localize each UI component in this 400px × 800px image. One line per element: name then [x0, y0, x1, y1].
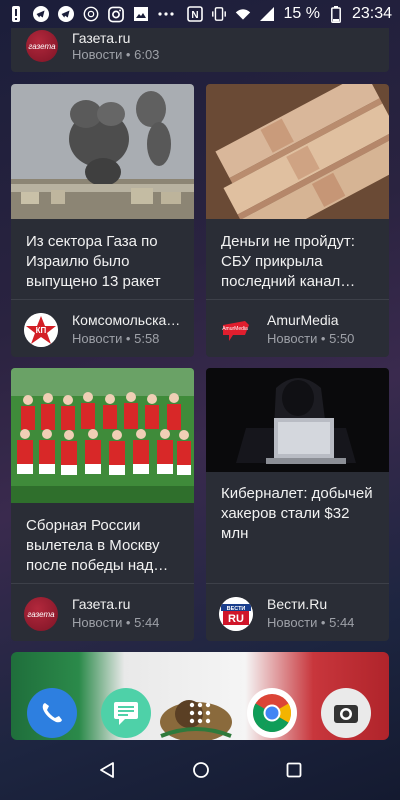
app-dock: [11, 652, 389, 740]
news-headline: Деньги не пройдут: СБУ прикрыла последни…: [221, 233, 356, 290]
gazeta-logo: газета: [24, 597, 58, 631]
news-card[interactable]: Киберналет: добычей хакеров стали $32 мл…: [206, 368, 389, 641]
news-thumbnail: [206, 368, 389, 472]
phone-icon[interactable]: [27, 688, 77, 738]
battery-icon: [328, 5, 344, 23]
source-meta: Новости • 5:44: [72, 615, 160, 630]
back-button[interactable]: [98, 761, 116, 784]
news-card[interactable]: Деньги не пройдут: СБУ прикрыла последни…: [206, 84, 389, 357]
news-thumbnail: [11, 368, 194, 503]
news-card[interactable]: Сборная России вылетела в Москву после п…: [11, 368, 194, 641]
telegram-icon: [33, 6, 49, 22]
battery-percent: 15 %: [283, 5, 320, 22]
source-name: AmurMedia: [267, 312, 339, 328]
nfc-icon: N: [187, 6, 204, 22]
gallery-icon: [133, 6, 149, 22]
clock: 23:34: [351, 5, 392, 22]
instagram-icon: [108, 6, 124, 22]
news-thumbnail: [206, 84, 389, 219]
vibrate-icon: [211, 6, 227, 22]
vesti-logo: ВЕСТИ RU: [219, 597, 253, 631]
status-bar: N 15 % 23:34: [0, 0, 400, 28]
news-card[interactable]: Из сектора Газа по Израилю было выпущено…: [11, 84, 194, 357]
svg-text:RU: RU: [228, 613, 244, 625]
news-headline: Из сектора Газа по Израилю было выпущено…: [26, 233, 161, 290]
chrome-icon[interactable]: [247, 688, 297, 738]
recents-button[interactable]: [286, 762, 302, 783]
source-meta: Новости • 5:50: [267, 331, 355, 346]
navigation-bar: [0, 745, 400, 800]
svg-text:N: N: [192, 10, 199, 21]
more-dots-icon: [158, 6, 174, 22]
gazeta-logo: газета: [26, 30, 58, 62]
messages-icon[interactable]: [101, 688, 151, 738]
home-button[interactable]: [192, 761, 210, 784]
news-card-partial[interactable]: газета Газета.ru Новости • 6:03: [11, 28, 389, 72]
news-thumbnail: [11, 84, 194, 219]
card-divider: [11, 583, 194, 584]
card-divider: [11, 299, 194, 300]
news-headline: Сборная России вылетела в Москву после п…: [26, 517, 169, 574]
source-name: Газета.ru: [72, 30, 131, 46]
app-drawer-icon[interactable]: [175, 688, 225, 738]
source-name: Вести.Ru: [267, 596, 328, 612]
svg-text:КП: КП: [36, 326, 47, 335]
source-meta: Новости • 5:58: [72, 331, 160, 346]
wifi-icon: [235, 6, 251, 22]
source-name: Газета.ru: [72, 596, 131, 612]
signal-icon: [259, 6, 275, 22]
card-divider: [206, 583, 389, 584]
camera-icon[interactable]: [321, 688, 371, 738]
whatsapp-icon: [83, 6, 99, 22]
alert-icon: [8, 6, 24, 22]
news-headline: Киберналет: добычей хакеров стали $32 мл…: [221, 485, 373, 542]
kp-logo: КП: [24, 313, 58, 347]
svg-text:AmurMedia: AmurMedia: [222, 326, 248, 332]
source-meta: Новости • 5:44: [267, 615, 355, 630]
source-name: Комсомольска…: [72, 312, 181, 328]
card-divider: [206, 299, 389, 300]
source-meta: Новости • 6:03: [72, 47, 160, 62]
telegram-icon: [58, 6, 74, 22]
amurmedia-logo: AmurMedia: [219, 313, 253, 347]
